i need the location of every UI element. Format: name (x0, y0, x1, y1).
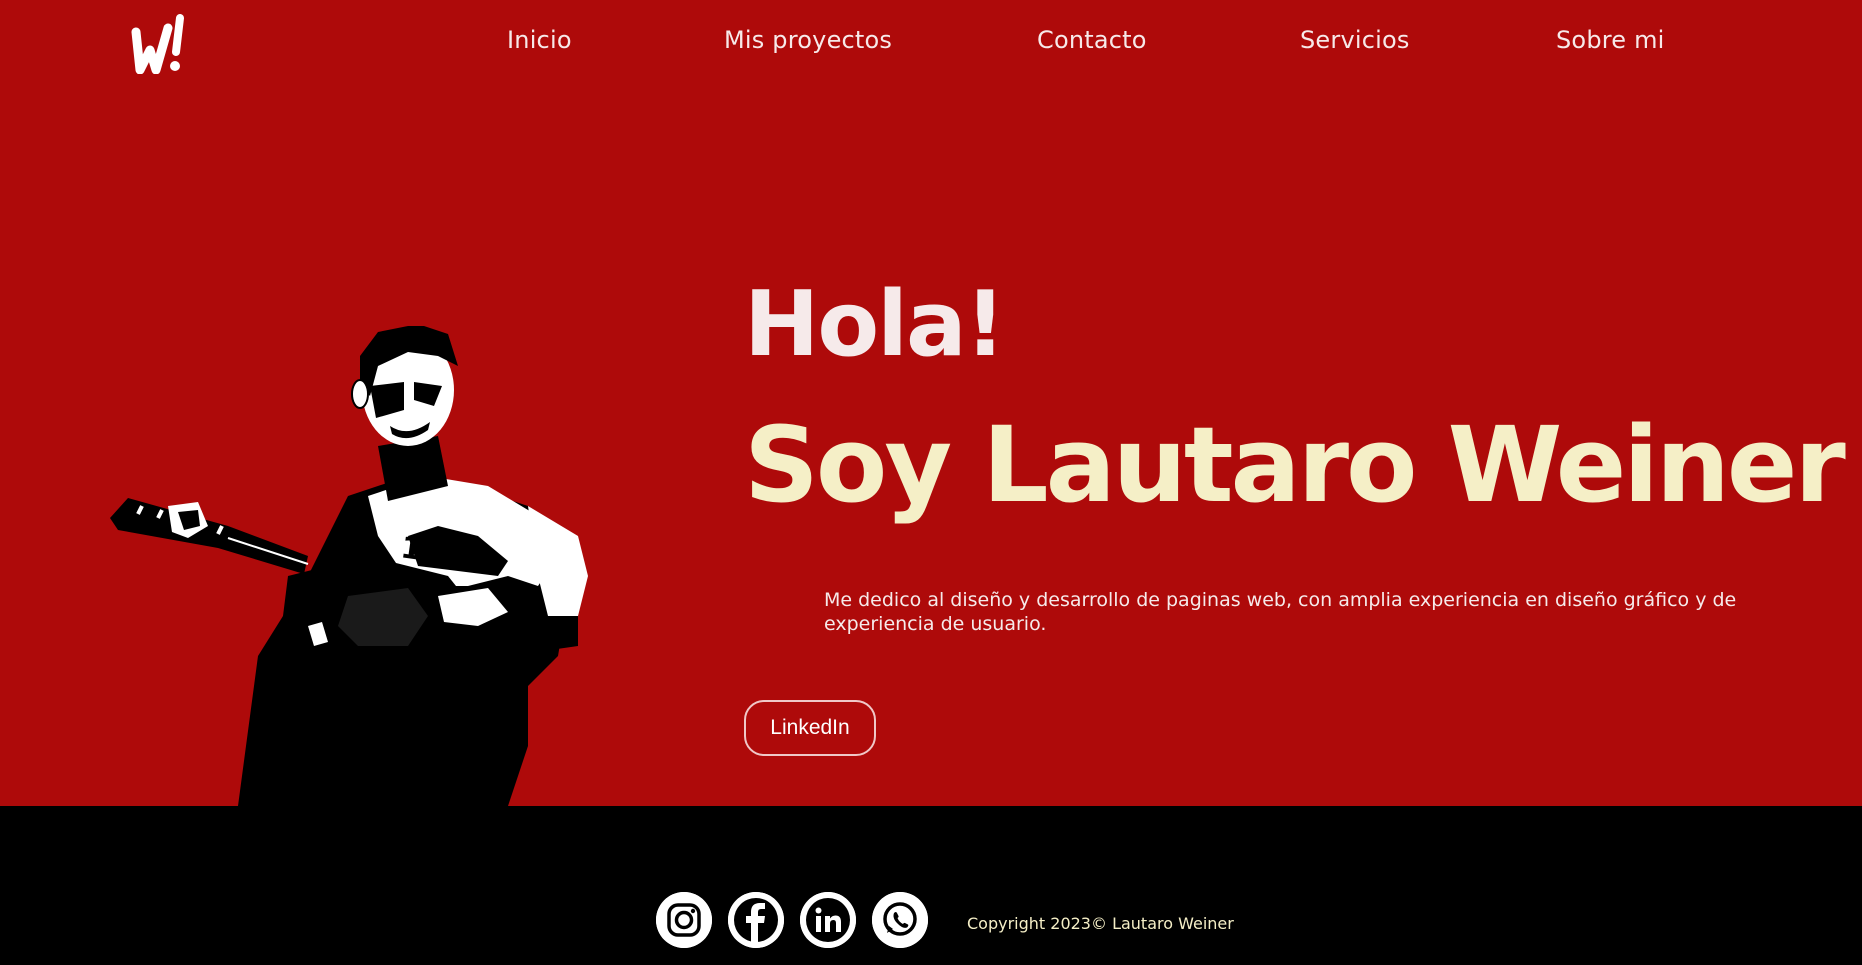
main-nav: Inicio Mis proyectos Contacto Servicios … (0, 26, 1862, 62)
nav-item-contacto[interactable]: Contacto (1037, 26, 1147, 54)
hero-description: Me dedico al diseño y desarrollo de pagi… (824, 589, 1737, 635)
hero-name: Soy Lautaro Weiner (744, 404, 1846, 526)
linkedin-icon[interactable] (800, 892, 856, 948)
hero-section: Inicio Mis proyectos Contacto Servicios … (0, 0, 1862, 806)
instagram-icon[interactable] (656, 892, 712, 948)
whatsapp-icon[interactable] (872, 892, 928, 948)
linkedin-button[interactable]: LinkedIn (744, 700, 876, 756)
footer: Copyright 2023© Lautaro Weiner (0, 806, 1862, 965)
facebook-icon[interactable] (728, 892, 784, 948)
nav-item-mis-proyectos[interactable]: Mis proyectos (724, 26, 892, 54)
hero-greeting: Hola! (744, 272, 1006, 377)
copyright-text: Copyright 2023© Lautaro Weiner (967, 914, 1234, 933)
nav-item-servicios[interactable]: Servicios (1300, 26, 1410, 54)
nav-item-inicio[interactable]: Inicio (507, 26, 572, 54)
page: Inicio Mis proyectos Contacto Servicios … (0, 0, 1862, 965)
nav-item-sobre-mi[interactable]: Sobre mi (1556, 26, 1665, 54)
guitarist-portrait: 1989 (110, 326, 588, 806)
